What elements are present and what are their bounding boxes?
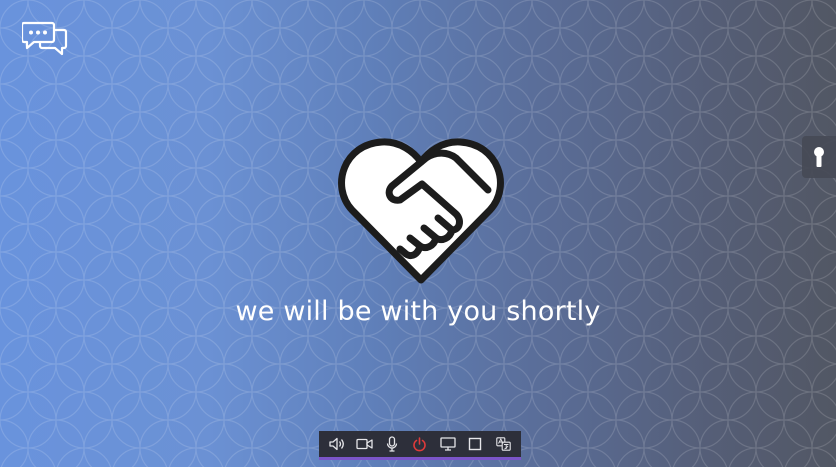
handshake-heart-icon — [338, 134, 504, 286]
chat-bubbles-icon[interactable] — [20, 20, 68, 56]
screen-share-button[interactable] — [437, 433, 459, 455]
end-session-button[interactable] — [409, 433, 431, 455]
waiting-screen: we will be with you shortly — [0, 0, 836, 467]
microphone-icon — [387, 436, 398, 452]
waiting-message: we will be with you shortly — [235, 296, 601, 327]
camera-icon — [356, 438, 373, 450]
power-icon — [413, 436, 427, 451]
speaker-icon — [329, 437, 344, 451]
translate-button[interactable] — [492, 433, 514, 455]
lock-tab[interactable] — [802, 136, 836, 178]
translate-icon — [495, 437, 511, 451]
fullscreen-icon — [469, 437, 482, 451]
fullscreen-button[interactable] — [464, 433, 486, 455]
microphone-button[interactable] — [381, 433, 403, 455]
keyhole-icon — [814, 147, 824, 167]
camera-button[interactable] — [354, 433, 376, 455]
speaker-button[interactable] — [326, 433, 348, 455]
call-toolbar — [319, 431, 521, 460]
screen-share-icon — [440, 437, 456, 451]
